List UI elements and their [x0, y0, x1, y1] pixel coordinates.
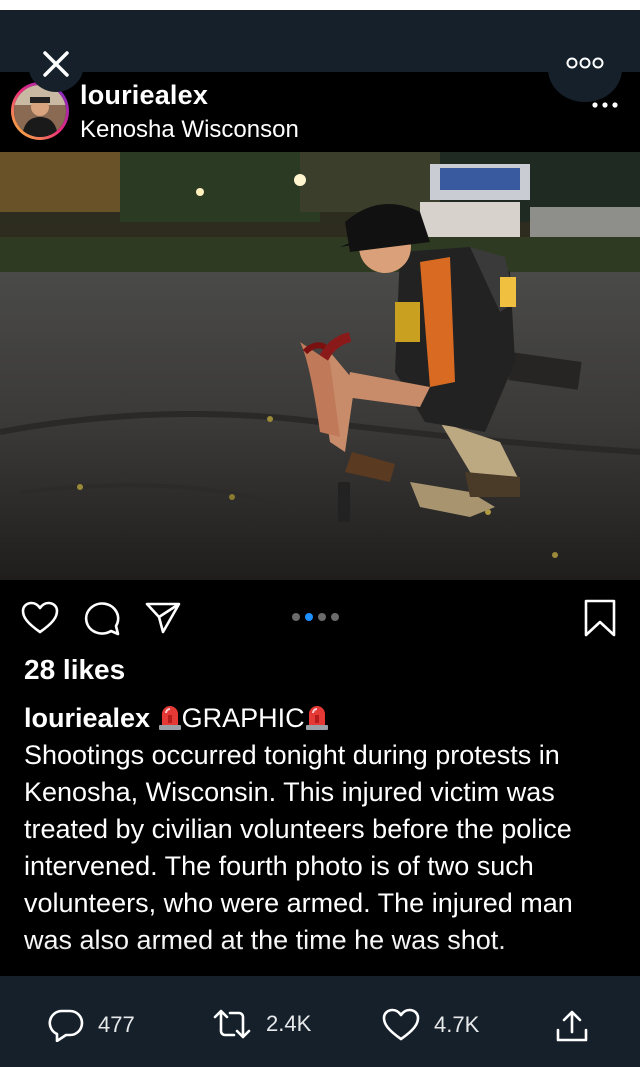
caption-username[interactable]: louriealex [24, 703, 150, 733]
upload-share-icon [556, 1010, 588, 1042]
reply-icon [48, 1009, 84, 1042]
more-icon[interactable] [592, 102, 618, 108]
top-bar [0, 10, 640, 72]
carousel-dot [331, 613, 339, 621]
more-horizontal-circle-icon [566, 57, 604, 69]
share-icon[interactable] [144, 600, 182, 634]
like-heart-icon [382, 1008, 420, 1041]
like-button[interactable]: 4.7K [382, 1008, 479, 1042]
carousel-dot [292, 613, 300, 621]
siren-emoji-icon [305, 706, 328, 730]
post-header: louriealex Kenosha Wisconson [0, 72, 640, 152]
heart-icon[interactable] [21, 601, 59, 635]
post-actions [0, 580, 640, 660]
carousel-dot [318, 613, 326, 621]
caption-text: Shootings occurred tonight during protes… [24, 740, 573, 955]
more-options-button[interactable] [548, 36, 622, 102]
post-caption: louriealex GRAPHIC Shootings occurred to… [24, 700, 624, 959]
tweet-action-bar: 477 2.4K 4.7K [0, 976, 640, 1067]
likes-count[interactable]: 28 likes [24, 654, 125, 686]
post-photo[interactable] [0, 152, 640, 580]
close-icon [43, 51, 69, 77]
like-count: 4.7K [434, 1012, 480, 1037]
carousel-dot-active [305, 613, 313, 621]
close-button[interactable] [28, 36, 84, 92]
siren-emoji-icon [158, 706, 181, 730]
caption-tag: GRAPHIC [181, 703, 305, 733]
instagram-post-screenshot: louriealex Kenosha Wisconson 28 likes lo… [0, 72, 640, 980]
retweet-icon [213, 1009, 251, 1039]
retweet-count: 2.4K [266, 1011, 312, 1036]
bookmark-icon[interactable] [583, 598, 617, 638]
retweet-button[interactable]: 2.4K [212, 1008, 311, 1040]
status-strip [0, 0, 640, 10]
reply-button[interactable]: 477 [48, 1008, 135, 1042]
comment-icon[interactable] [83, 600, 121, 636]
carousel-indicator [292, 613, 339, 621]
reply-count: 477 [98, 1012, 135, 1037]
post-username[interactable]: louriealex [80, 80, 208, 111]
caption-fade [0, 940, 640, 980]
post-location[interactable]: Kenosha Wisconson [80, 116, 299, 144]
share-tweet-button[interactable] [554, 1008, 590, 1044]
